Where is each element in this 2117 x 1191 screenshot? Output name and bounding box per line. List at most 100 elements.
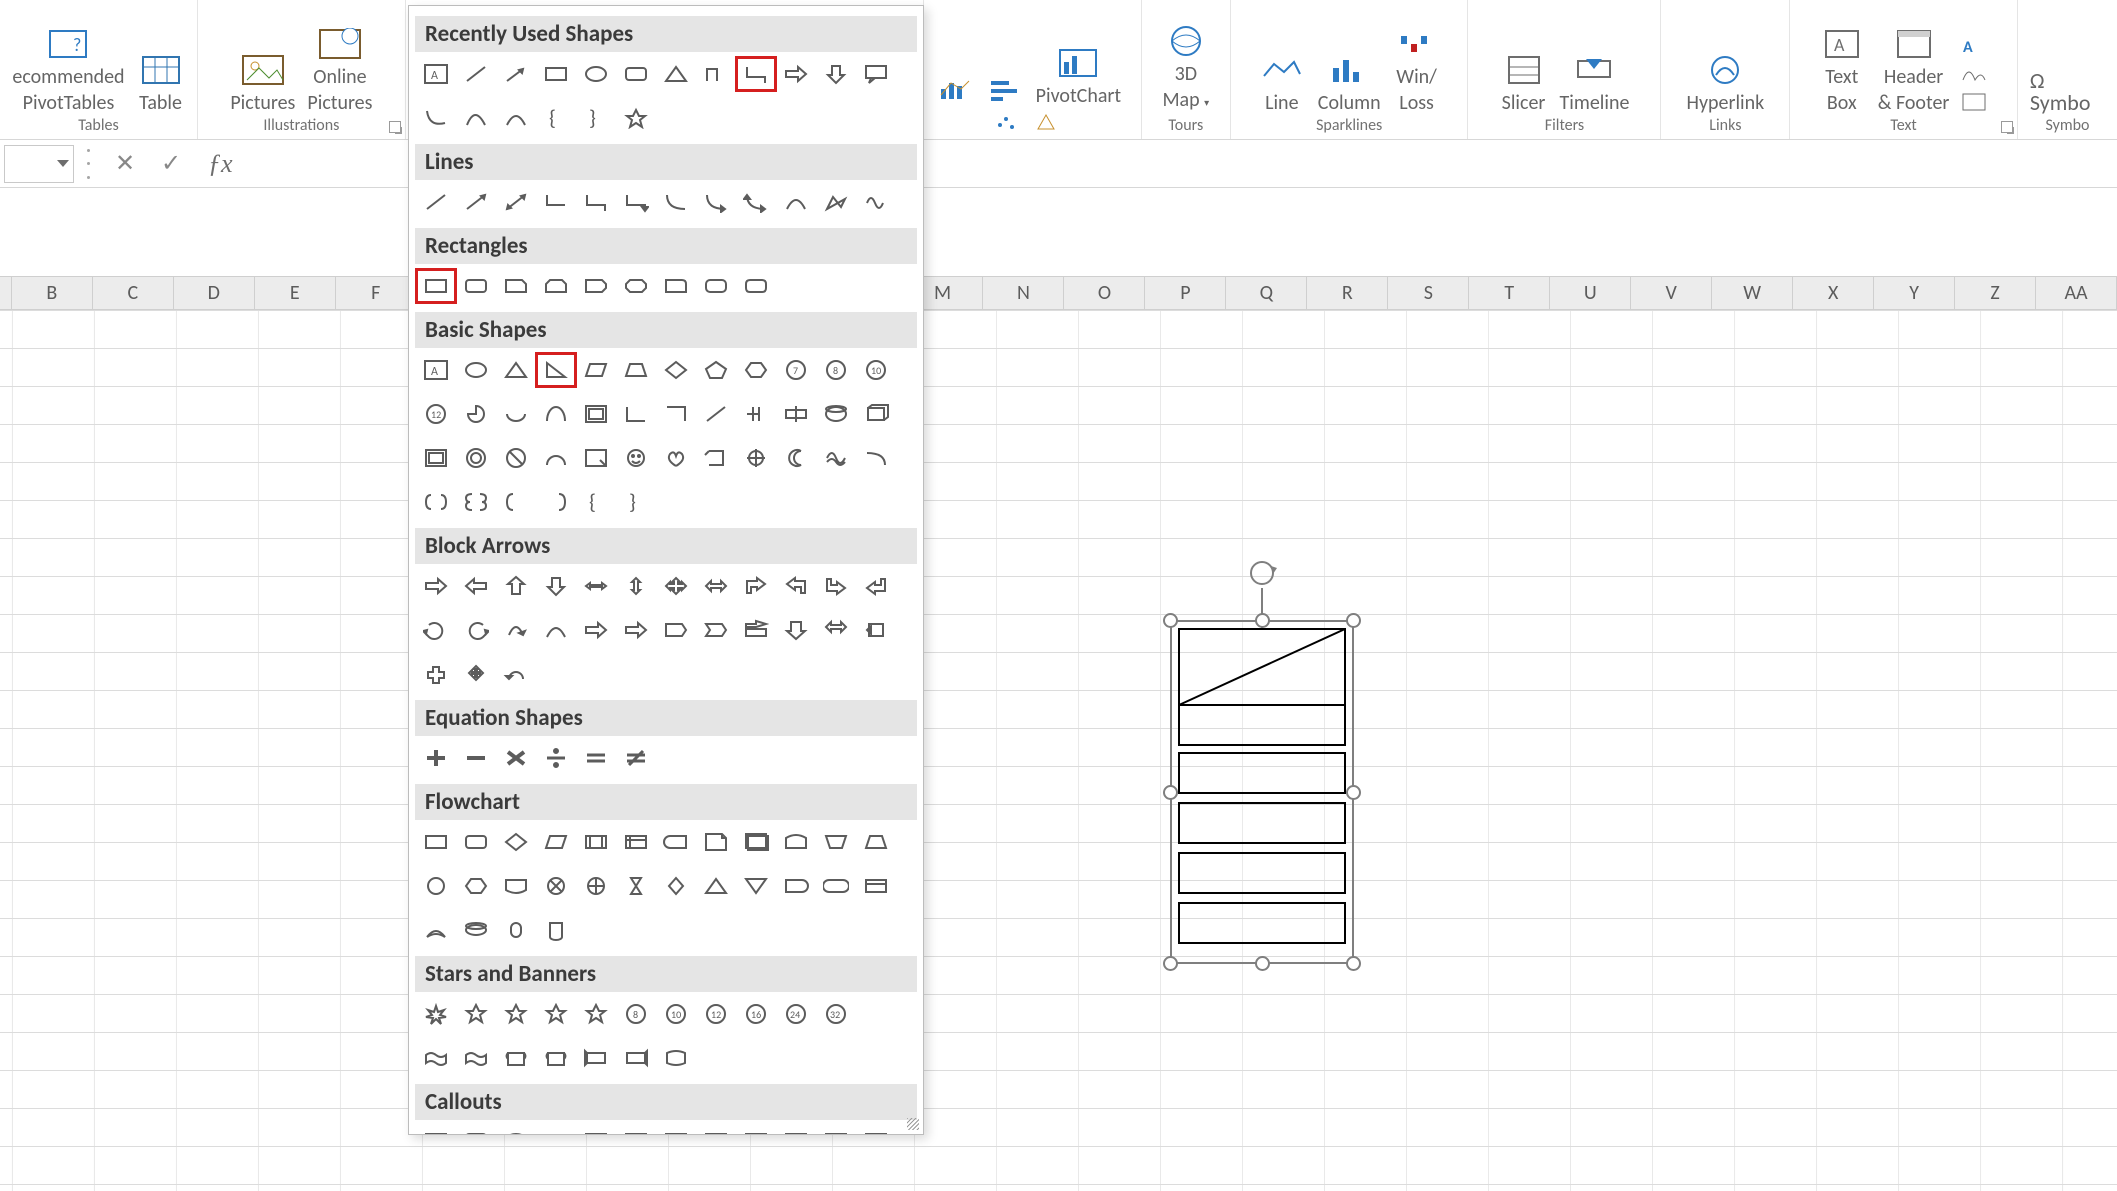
shape-block3-2[interactable]	[497, 658, 535, 690]
shape-basic2-3[interactable]	[537, 398, 575, 430]
scatter-menu-icon[interactable]	[994, 111, 1022, 135]
shape-line1[interactable]	[417, 186, 455, 218]
shape-block2-3[interactable]	[537, 614, 575, 646]
shape-block2-9[interactable]	[777, 614, 815, 646]
shape-block2-8[interactable]	[737, 614, 775, 646]
shape-basic3-0[interactable]	[417, 442, 455, 474]
chart-bar-button[interactable]	[986, 71, 1024, 107]
shape-stars2-3[interactable]	[537, 1042, 575, 1074]
shape-stars1-3[interactable]	[537, 998, 575, 1030]
column-header[interactable]: Z	[1955, 277, 2036, 309]
insert-function-button[interactable]: ƒx	[208, 149, 233, 179]
shape-stars1-2[interactable]	[497, 998, 535, 1030]
shape-flowchart3-1[interactable]	[457, 914, 495, 946]
shape-flowchart3-2[interactable]	[497, 914, 535, 946]
shape-elbow2[interactable]	[577, 186, 615, 218]
shape-flowchart1-11[interactable]	[857, 826, 895, 858]
resize-handle-se[interactable]	[1346, 956, 1361, 971]
shape-rounded-rect2[interactable]	[457, 270, 495, 302]
column-header[interactable]: D	[174, 277, 255, 309]
recommended-pivot-button[interactable]: ? ecommended PivotTables	[12, 26, 124, 114]
shape-basic4-5[interactable]: }	[617, 486, 655, 518]
header-footer-button[interactable]: Header & Footer	[1878, 26, 1950, 114]
chart-combo-button[interactable]	[936, 71, 974, 107]
shape-line-arrow[interactable]	[497, 58, 535, 90]
shape-stars2-1[interactable]	[457, 1042, 495, 1074]
shape-heptagon[interactable]: 7	[777, 354, 815, 386]
shape-elbow3[interactable]	[617, 186, 655, 218]
shape-flowchart2-11[interactable]	[857, 870, 895, 902]
shape-callouts1-4[interactable]	[577, 1126, 615, 1135]
shape-basic3-7[interactable]	[697, 442, 735, 474]
illustrations-dialog-launcher[interactable]	[389, 121, 401, 133]
shape-right-triangle[interactable]	[537, 354, 575, 386]
shape-basic3-1[interactable]	[457, 442, 495, 474]
shape-callouts1-1[interactable]	[457, 1126, 495, 1135]
shape-equation-3[interactable]	[537, 742, 575, 774]
shape-callouts1-3[interactable]	[537, 1126, 575, 1135]
shape-block2-1[interactable]	[457, 614, 495, 646]
shape-flowchart2-3[interactable]	[537, 870, 575, 902]
shape-freeform2[interactable]	[817, 186, 855, 218]
wordart-icon[interactable]: A	[1961, 36, 1989, 58]
shape-triangle[interactable]	[657, 58, 695, 90]
column-header[interactable]: S	[1388, 277, 1469, 309]
shape-curve1[interactable]	[417, 102, 455, 134]
shape-basic4-2[interactable]	[497, 486, 535, 518]
sparkline-line-button[interactable]: Line	[1258, 52, 1306, 114]
resize-handle-nw[interactable]	[1163, 613, 1178, 628]
shape-isoceles[interactable]	[497, 354, 535, 386]
shape-equation-5[interactable]	[617, 742, 655, 774]
column-header[interactable]: Q	[1226, 277, 1307, 309]
shape-flowchart1-1[interactable]	[457, 826, 495, 858]
shape-block1-9[interactable]	[777, 570, 815, 602]
shape-hexagon[interactable]	[737, 354, 775, 386]
shape-line2[interactable]	[457, 186, 495, 218]
shape-stars1-0[interactable]	[417, 998, 455, 1030]
shape-oval[interactable]	[577, 58, 615, 90]
shape-arc[interactable]	[497, 102, 535, 134]
shape-block1-11[interactable]	[857, 570, 895, 602]
shape-snip3[interactable]	[577, 270, 615, 302]
shape-block1-1[interactable]	[457, 570, 495, 602]
cell-grid[interactable]	[0, 310, 2117, 1191]
column-header[interactable]: U	[1550, 277, 1631, 309]
shape-equation-4[interactable]	[577, 742, 615, 774]
shape-block2-7[interactable]	[697, 614, 735, 646]
column-header[interactable]	[0, 277, 12, 309]
shape-block1-7[interactable]	[697, 570, 735, 602]
shape-stars2-6[interactable]	[657, 1042, 695, 1074]
shape-trapezoid[interactable]	[617, 354, 655, 386]
shape-basic4-3[interactable]	[537, 486, 575, 518]
shape-right-brace[interactable]: }	[577, 102, 615, 134]
shape-down-arrow[interactable]	[817, 58, 855, 90]
shape-basic3-5[interactable]	[617, 442, 655, 474]
textbox-button[interactable]: A Text Box	[1818, 26, 1866, 114]
shape-basic3-2[interactable]	[497, 442, 535, 474]
shape-block2-4[interactable]	[577, 614, 615, 646]
resize-handle-e[interactable]	[1346, 785, 1361, 800]
shape-star[interactable]	[617, 102, 655, 134]
shape-stars1-7[interactable]: 12	[697, 998, 735, 1030]
shape-block1-6[interactable]	[657, 570, 695, 602]
hyperlink-button[interactable]: Hyperlink	[1687, 52, 1765, 114]
shape-flowchart1-7[interactable]	[697, 826, 735, 858]
shape-text-box[interactable]: A	[417, 58, 455, 90]
shape-rounded-rect[interactable]	[617, 58, 655, 90]
column-header[interactable]: X	[1793, 277, 1874, 309]
pivotchart-button[interactable]: PivotChart	[1036, 45, 1121, 107]
resize-handle-s[interactable]	[1255, 956, 1270, 971]
shape-flowchart1-2[interactable]	[497, 826, 535, 858]
shape-line3[interactable]	[497, 186, 535, 218]
shape-flowchart2-6[interactable]	[657, 870, 695, 902]
shape-callout-recent[interactable]	[857, 58, 895, 90]
shape-basic2-8[interactable]	[737, 398, 775, 430]
shape-block1-0[interactable]	[417, 570, 455, 602]
shape-equation-0[interactable]	[417, 742, 455, 774]
shape-equation-2[interactable]	[497, 742, 535, 774]
shape-curve-conn1[interactable]	[657, 186, 695, 218]
shape-flowchart2-10[interactable]	[817, 870, 855, 902]
shape-block1-3[interactable]	[537, 570, 575, 602]
shape-basic2-6[interactable]	[657, 398, 695, 430]
shape-textbox2[interactable]: A	[417, 354, 455, 386]
